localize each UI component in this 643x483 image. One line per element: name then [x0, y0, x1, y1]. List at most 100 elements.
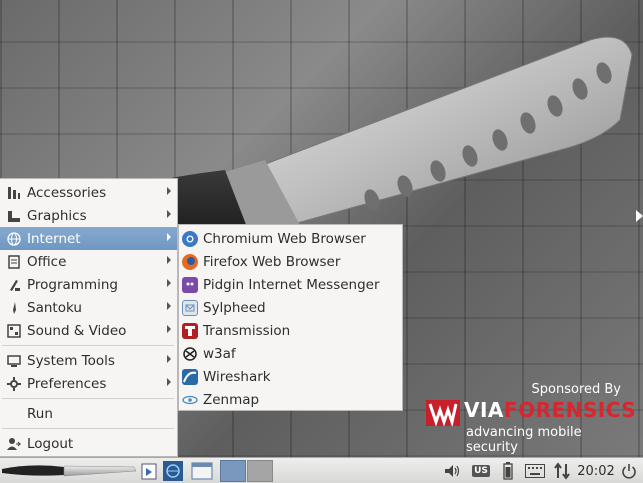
- sponsor-by-text: Sponsored By: [531, 382, 621, 397]
- sponsor-tagline: advancing mobile security: [466, 425, 582, 455]
- menu-item-label: Internet: [27, 230, 81, 247]
- submenu-item-label: Wireshark: [203, 368, 271, 385]
- main-menu-button[interactable]: [2, 460, 136, 482]
- run-icon-placeholder: [6, 406, 22, 422]
- submenu-item-label: Transmission: [203, 322, 291, 339]
- submenu-arrow-icon: [167, 233, 171, 241]
- menu-item-label: Programming: [27, 276, 118, 293]
- menu-item-office[interactable]: Office: [0, 250, 177, 273]
- menu-item-label: Office: [27, 253, 67, 270]
- zenmap-eye-icon: [182, 392, 198, 408]
- programming-icon: [6, 277, 22, 293]
- volume-button[interactable]: [442, 460, 462, 482]
- sponsor-brand-via: VIA: [464, 398, 504, 422]
- network-indicator[interactable]: [552, 460, 572, 482]
- submenu-arrow-icon: [167, 279, 171, 287]
- transmission-icon: [182, 322, 198, 339]
- submenu-item-firefox[interactable]: Firefox Web Browser: [179, 250, 402, 273]
- clock[interactable]: 20:02: [576, 460, 616, 482]
- workspace-2[interactable]: [247, 460, 273, 482]
- internet-submenu: Chromium Web Browser Firefox Web Browser…: [178, 224, 403, 411]
- menu-separator: [2, 428, 174, 429]
- santoku-menu-knife-icon: [2, 465, 136, 477]
- system-tools-icon: [6, 353, 22, 369]
- main-menu: Accessories Graphics Internet Office Pro…: [0, 178, 178, 457]
- w3af-icon: [182, 346, 198, 362]
- menu-item-sound-video[interactable]: Sound & Video: [0, 319, 177, 342]
- battery-icon: [503, 462, 513, 480]
- submenu-item-label: Zenmap: [203, 391, 260, 408]
- chromium-icon: [182, 230, 198, 247]
- menu-item-logout[interactable]: Logout: [0, 432, 177, 455]
- submenu-arrow-icon: [167, 378, 171, 386]
- menu-item-label: Santoku: [27, 299, 82, 316]
- submenu-item-chromium[interactable]: Chromium Web Browser: [179, 227, 402, 250]
- office-icon: [6, 254, 22, 270]
- submenu-arrow-icon: [167, 355, 171, 363]
- power-button[interactable]: [619, 460, 639, 482]
- menu-item-label: Preferences: [27, 375, 107, 392]
- logout-icon: [6, 436, 22, 452]
- submenu-arrow-icon: [167, 325, 171, 333]
- viaforensics-logo-icon: [426, 400, 460, 428]
- menu-separator: [2, 398, 174, 399]
- submenu-item-zenmap[interactable]: Zenmap: [179, 388, 402, 411]
- menu-item-label: Accessories: [27, 184, 107, 201]
- submenu-item-label: Sylpheed: [203, 299, 266, 316]
- submenu-item-label: Firefox Web Browser: [203, 253, 341, 270]
- file-manager-launcher[interactable]: [139, 460, 159, 482]
- onscreen-keyboard-button[interactable]: [524, 460, 546, 482]
- workspace-1[interactable]: [220, 460, 246, 482]
- preferences-gear-icon: [6, 376, 22, 392]
- submenu-arrow-icon: [167, 210, 171, 218]
- menu-item-label: Graphics: [27, 207, 87, 224]
- keyboard-icon: [525, 464, 545, 478]
- volume-icon: [445, 465, 460, 477]
- bottom-panel: US 20:02: [0, 457, 643, 483]
- submenu-arrow-icon: [167, 302, 171, 310]
- menu-item-preferences[interactable]: Preferences: [0, 372, 177, 395]
- menu-item-label: Run: [27, 405, 53, 422]
- menu-item-internet[interactable]: Internet: [0, 227, 177, 250]
- menu-item-run[interactable]: Run: [0, 402, 177, 425]
- web-browser-icon: [163, 461, 183, 481]
- battery-indicator[interactable]: [500, 460, 516, 482]
- submenu-item-wireshark[interactable]: Wireshark: [179, 365, 402, 388]
- sponsor-logo: Sponsored By VIAFORENSICS advancing mobi…: [426, 380, 636, 455]
- submenu-arrow-icon: [167, 256, 171, 264]
- menu-item-label: Logout: [27, 435, 74, 452]
- menu-item-santoku[interactable]: Santoku: [0, 296, 177, 319]
- menu-item-programming[interactable]: Programming: [0, 273, 177, 296]
- keyboard-layout-indicator[interactable]: US: [470, 460, 492, 482]
- accessories-icon: [6, 185, 22, 201]
- menu-item-system-tools[interactable]: System Tools: [0, 349, 177, 372]
- wireshark-icon: [182, 368, 198, 385]
- submenu-arrow-icon: [167, 187, 171, 195]
- graphics-icon: [6, 208, 22, 224]
- sound-video-icon: [6, 323, 22, 339]
- submenu-item-label: Chromium Web Browser: [203, 230, 366, 247]
- submenu-item-transmission[interactable]: Transmission: [179, 319, 402, 342]
- network-arrows-icon: [554, 462, 570, 480]
- submenu-item-sylpheed[interactable]: Sylpheed: [179, 296, 402, 319]
- menu-item-label: Sound & Video: [27, 322, 127, 339]
- window-icon: [191, 462, 213, 480]
- sponsor-brand-forensics: FORENSICS: [503, 398, 637, 422]
- show-desktop-button[interactable]: [190, 460, 214, 482]
- internet-globe-icon: [6, 231, 22, 247]
- menu-item-accessories[interactable]: Accessories: [0, 181, 177, 204]
- sponsor-brand: VIAFORENSICS: [464, 398, 636, 422]
- menu-item-label: System Tools: [27, 352, 115, 369]
- pidgin-icon: [182, 276, 198, 293]
- keyboard-layout-label: US: [472, 465, 490, 477]
- menu-item-graphics[interactable]: Graphics: [0, 204, 177, 227]
- santoku-knife-icon: [6, 300, 22, 316]
- browser-launcher[interactable]: [162, 460, 184, 482]
- sylpheed-icon: [182, 299, 198, 316]
- submenu-item-pidgin[interactable]: Pidgin Internet Messenger: [179, 273, 402, 296]
- submenu-item-label: w3af: [203, 345, 236, 362]
- file-manager-icon: [141, 463, 157, 480]
- submenu-item-w3af[interactable]: w3af: [179, 342, 402, 365]
- screen-edge-arrow-icon: [636, 210, 643, 222]
- menu-separator: [2, 345, 174, 346]
